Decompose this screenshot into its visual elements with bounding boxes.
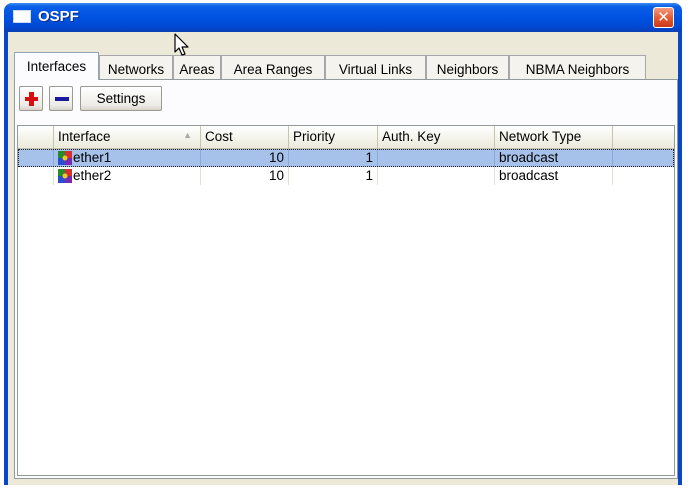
- column-header-label: Interface: [58, 129, 111, 144]
- tab-label: Area Ranges: [233, 62, 313, 77]
- window-icon: [13, 10, 31, 23]
- row-gutter: [18, 167, 54, 185]
- tab-label: Interfaces: [26, 59, 87, 74]
- interfaces-pane: Settings Interface ▲ Cost Priority Auth.…: [14, 79, 678, 479]
- tab-label: Areas: [179, 62, 215, 77]
- settings-label: Settings: [96, 91, 146, 106]
- table-row[interactable]: ether1 10 1 broadcast: [18, 149, 674, 167]
- column-header-interface[interactable]: Interface ▲: [54, 126, 201, 148]
- close-button[interactable]: ✕: [653, 7, 674, 28]
- window-client-area: Interfaces Networks Areas Area Ranges Vi…: [8, 32, 678, 485]
- tab-label: NBMA Neighbors: [525, 62, 630, 77]
- interface-icon: [58, 169, 72, 183]
- tab-bar: Interfaces Networks Areas Area Ranges Vi…: [14, 52, 680, 80]
- column-header-blank[interactable]: [18, 126, 54, 148]
- column-header-network-type[interactable]: Network Type: [495, 126, 613, 148]
- tab-label: Networks: [107, 62, 165, 77]
- tab-areas[interactable]: Areas: [173, 55, 221, 79]
- mouse-cursor-icon: [174, 33, 189, 56]
- remove-button[interactable]: [49, 86, 73, 111]
- tab-interfaces[interactable]: Interfaces: [14, 52, 99, 80]
- table-row[interactable]: ether2 10 1 broadcast: [18, 167, 674, 185]
- tab-nbma-neighbors[interactable]: NBMA Neighbors: [509, 55, 646, 79]
- column-header-label: Cost: [205, 129, 233, 144]
- cell-priority: 1: [289, 167, 378, 185]
- column-header-priority[interactable]: Priority: [289, 126, 378, 148]
- sort-ascending-icon: ▲: [183, 130, 192, 140]
- column-header-label: Priority: [293, 129, 336, 144]
- cell-network-type: broadcast: [495, 167, 613, 185]
- column-header-label: Auth. Key: [382, 129, 441, 144]
- tab-label: Virtual Links: [338, 62, 413, 77]
- tab-neighbors[interactable]: Neighbors: [426, 55, 509, 79]
- interface-name: ether2: [73, 168, 112, 183]
- column-header-filler: [613, 126, 674, 148]
- column-header-cost[interactable]: Cost: [201, 126, 289, 148]
- cell-filler: [613, 167, 674, 185]
- tab-virtual-links[interactable]: Virtual Links: [325, 55, 426, 79]
- settings-button[interactable]: Settings: [80, 86, 162, 111]
- tab-area-ranges[interactable]: Area Ranges: [221, 55, 325, 79]
- title-bar[interactable]: OSPF ✕: [4, 3, 682, 32]
- toolbar: Settings: [15, 80, 677, 118]
- tab-label: Neighbors: [436, 62, 499, 77]
- add-button[interactable]: [19, 86, 43, 111]
- cell-interface: ether2: [54, 167, 201, 185]
- column-header-label: Network Type: [499, 129, 582, 144]
- ospf-window: OSPF ✕ Interfaces Networks Areas Area Ra…: [4, 3, 682, 485]
- close-icon: ✕: [657, 9, 670, 26]
- cell-cost: 10: [201, 167, 289, 185]
- column-header-auth-key[interactable]: Auth. Key: [378, 126, 495, 148]
- cell-auth-key: [378, 167, 495, 185]
- table-header: Interface ▲ Cost Priority Auth. Key Netw…: [18, 126, 674, 149]
- focus-outline: [18, 149, 674, 167]
- interfaces-table: Interface ▲ Cost Priority Auth. Key Netw…: [17, 125, 675, 476]
- window-title: OSPF: [38, 8, 79, 25]
- tab-networks[interactable]: Networks: [99, 55, 173, 79]
